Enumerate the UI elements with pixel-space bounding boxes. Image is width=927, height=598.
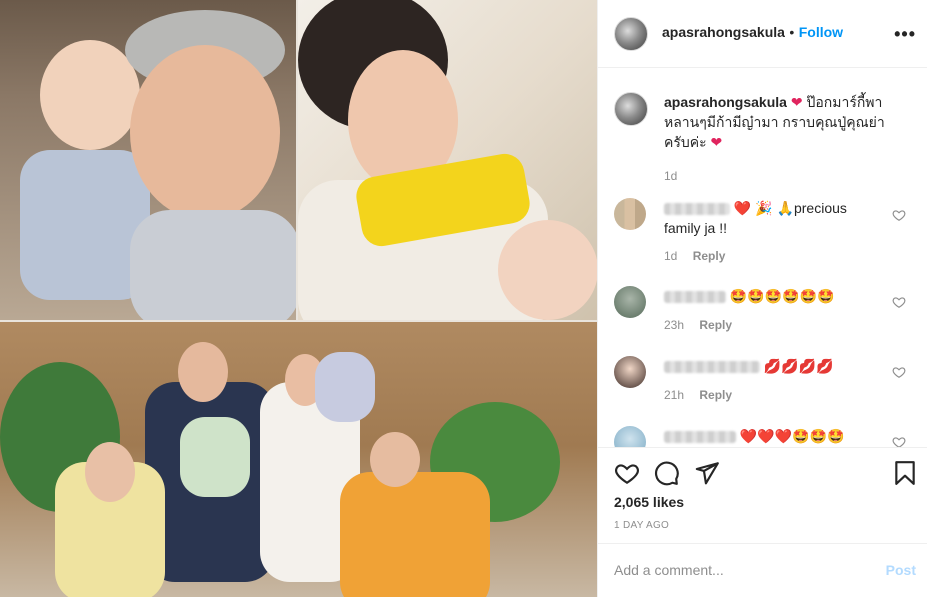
commenter-avatar[interactable]	[614, 356, 646, 388]
comment-body: ❤️❤️❤️🤩🤩🤩	[664, 426, 884, 446]
photo-panel-grandfather-baby	[0, 0, 296, 320]
more-icon[interactable]: •••	[894, 24, 916, 45]
comment-item: ❤️❤️❤️🤩🤩🤩	[598, 426, 927, 447]
reply-button[interactable]: Reply	[699, 318, 732, 332]
post-sidebar: apasrahongsakula • Follow ••• apasrahong…	[597, 0, 927, 597]
comment-body: 💋💋💋💋	[664, 356, 884, 376]
comment-text: 💋💋💋💋	[763, 358, 834, 374]
comment-time: 1d	[664, 249, 678, 263]
heart-icon[interactable]	[614, 460, 640, 486]
commenter-avatar[interactable]	[614, 286, 646, 318]
caption-time: 1d	[664, 169, 678, 183]
author-avatar[interactable]	[614, 17, 648, 51]
commenter-avatar[interactable]	[614, 198, 646, 230]
caption-avatar[interactable]	[614, 92, 648, 126]
comment-like-icon[interactable]	[892, 365, 906, 379]
add-comment-bar: Add a comment... Post	[598, 543, 927, 598]
heart-emoji-icon: ❤	[790, 94, 803, 110]
comment-like-icon[interactable]	[892, 295, 906, 309]
bookmark-icon[interactable]	[892, 460, 918, 486]
commenter-username-blurred[interactable]	[664, 291, 726, 304]
comment-body: 🤩🤩🤩🤩🤩🤩	[664, 286, 884, 306]
post-date: 1 DAY AGO	[614, 520, 670, 531]
comment-meta: 1d Reply	[664, 249, 725, 263]
caption: apasrahongsakula ❤ ป๊อกมาร์กี้พาหลานๆมีก…	[664, 92, 904, 186]
commenter-avatar[interactable]	[614, 426, 646, 447]
reply-button[interactable]: Reply	[699, 388, 732, 402]
comment-emoji: ❤️ 🎉	[733, 200, 777, 216]
comment-meta: 23h Reply	[664, 318, 732, 332]
author-username[interactable]: apasrahongsakula	[662, 24, 785, 40]
separator-dot: •	[789, 24, 795, 40]
post-photo[interactable]	[0, 0, 597, 597]
likes-count[interactable]: 2,065 likes	[614, 494, 684, 510]
comment-icon[interactable]	[654, 460, 680, 486]
comment-body: ❤️ 🎉 🙏precious family ja !!	[664, 198, 884, 238]
comment-meta: 21h Reply	[664, 388, 732, 402]
commenter-username-blurred[interactable]	[664, 203, 730, 216]
photo-panel-family-group	[0, 322, 597, 597]
share-icon[interactable]	[694, 460, 720, 486]
commenter-username-blurred[interactable]	[664, 361, 760, 374]
comment-input[interactable]: Add a comment...	[614, 562, 724, 578]
reply-button[interactable]: Reply	[693, 249, 726, 263]
comment-like-icon[interactable]	[892, 435, 906, 447]
comment-like-icon[interactable]	[892, 208, 906, 222]
heart-emoji-icon: ❤	[710, 134, 723, 150]
caption-username[interactable]: apasrahongsakula	[664, 94, 787, 110]
comment-time: 23h	[664, 318, 685, 332]
comment-time: 21h	[664, 388, 685, 402]
post-actions: 2,065 likes 1 DAY AGO	[598, 447, 927, 544]
comment-text: 🤩🤩🤩🤩🤩🤩	[729, 288, 835, 304]
photo-panel-grandmother-baby	[298, 0, 597, 320]
commenter-username-blurred[interactable]	[664, 431, 736, 444]
post-header: apasrahongsakula • Follow •••	[598, 0, 927, 68]
follow-button[interactable]: Follow	[799, 24, 843, 40]
post-comment-button[interactable]: Post	[886, 562, 916, 578]
comment-text: ❤️❤️❤️🤩🤩🤩	[739, 428, 845, 444]
